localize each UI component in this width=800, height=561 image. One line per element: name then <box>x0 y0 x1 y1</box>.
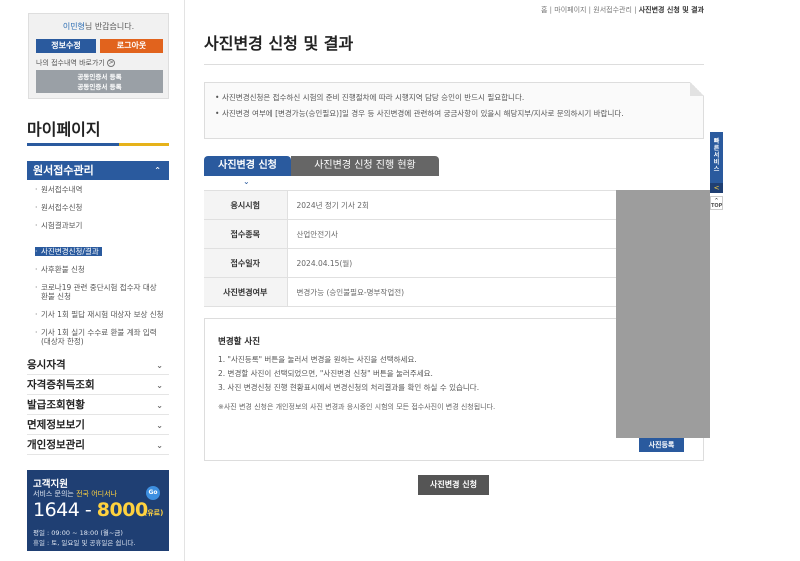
chevron-up-icon: ⌃ <box>154 166 161 175</box>
chevron-down-icon: ⌄ <box>243 177 250 186</box>
menu-issuance-status[interactable]: 발급조회현황 ⌄ <box>27 396 169 415</box>
change-note: ※사진 변경 신청은 개인정보의 사진 변경과 응시중인 시험의 모든 접수사진… <box>218 403 496 411</box>
menu-label: 응시자격 <box>27 359 66 371</box>
table-row: 접수일자 2024.04.15(월) <box>204 248 616 278</box>
notice-item: 사진변경신청은 접수하신 시험의 준비 진행절차에 따라 시행지역 담당 승인이… <box>215 92 693 103</box>
submenu-item[interactable]: 코로나19 관련 중단시험 접수자 대상 환불 신청 <box>35 283 165 301</box>
breadcrumb-current: 사진변경 신청 및 결과 <box>638 6 704 14</box>
submenu-list: 원서접수내역 원서접수신청 시험결과보기 사진변경신청/결과 사후환불 신청 코… <box>35 185 165 346</box>
menu-personal-info[interactable]: 개인정보관리 ⌄ <box>27 436 169 455</box>
support-paid-label: (유료) <box>144 509 164 517</box>
menu-label: 면제정보보기 <box>27 419 85 431</box>
support-hours: 평일 : 09:00 ~ 18:00 (월~금) 휴일 : 토, 일요일 및 공… <box>33 528 135 548</box>
user-name: 이민형 <box>62 22 85 31</box>
notice-box: 사진변경신청은 접수하신 시험의 준비 진행절차에 따라 시행지역 담당 승인이… <box>204 82 704 139</box>
top-label: TOP <box>711 203 723 209</box>
submenu-item[interactable]: 기사 1회 실기 수수료 환불 계좌 입력(대상자 한정) <box>35 328 165 346</box>
left-sidebar: 이민형님 반갑습니다. 정보수정 로그아웃 나의 접수내역 바로가기 > 공동인… <box>0 0 185 561</box>
breadcrumb-mypage[interactable]: 마이페이지 <box>554 6 586 14</box>
chevron-down-icon: ⌄ <box>156 361 163 370</box>
step-item: 3. 사진 변경신청 진행 현황표시에서 변경신청의 처리결과를 확인 하실 수… <box>218 383 480 392</box>
breadcrumb-sep: | <box>631 6 639 14</box>
cert-line-2: 공동인증서 등록 <box>77 83 122 91</box>
chevron-down-icon: ⌄ <box>156 381 163 390</box>
support-desc-highlight: 전국 어디서나 <box>76 490 117 498</box>
tab-photo-change-request[interactable]: 사진변경 신청 <box>204 156 291 176</box>
shortcut-label: 나의 접수내역 바로가기 <box>36 59 105 67</box>
row-value: 2024년 정기 기사 2회 <box>287 190 616 220</box>
menu-qualification[interactable]: 응시자격 ⌄ <box>27 356 169 375</box>
support-title: 고객지원 <box>33 479 68 490</box>
quick-service-label: 빠른서비스 <box>713 138 720 173</box>
support-description: 서비스 문의는 전국 어디서나 <box>33 489 117 499</box>
row-label: 접수종목 <box>204 219 288 249</box>
submenu-item-photo-change[interactable]: 사진변경신청/결과 <box>35 247 102 256</box>
chevron-down-icon: ⌄ <box>156 421 163 430</box>
my-applications-shortcut[interactable]: 나의 접수내역 바로가기 > <box>36 58 116 68</box>
change-photo-title: 변경할 사진 <box>218 337 261 347</box>
tab-photo-change-status[interactable]: 사진변경 신청 진행 현황 <box>291 156 439 176</box>
breadcrumb-application[interactable]: 원서접수관리 <box>593 6 632 14</box>
user-greeting: 이민형님 반갑습니다. <box>29 21 168 32</box>
table-row: 접수종목 산업안전기사 <box>204 219 616 249</box>
edit-info-button[interactable]: 정보수정 <box>36 39 96 53</box>
submenu-item[interactable]: 시험결과보기 <box>35 221 165 230</box>
photo-register-button[interactable]: 사진등록 <box>639 438 684 452</box>
chevron-down-icon: ⌄ <box>156 441 163 450</box>
step-item: 1. "사진등록" 버튼을 눌러서 변경을 원하는 사진을 선택하세요. <box>218 355 417 364</box>
mypage-title-underline <box>27 143 169 146</box>
row-label: 접수일자 <box>204 248 288 278</box>
breadcrumb: 홈 | 마이페이지 | 원서접수관리 | 사진변경 신청 및 결과 <box>541 5 704 15</box>
page-title: 사진변경 신청 및 결과 <box>204 34 354 53</box>
row-value: 변경가능 (승인불필요-명부작업전) <box>287 277 616 307</box>
mypage-title: 마이페이지 <box>27 120 101 139</box>
greeting-suffix: 님 반갑습니다. <box>84 22 135 31</box>
chevron-down-icon: ⌄ <box>156 401 163 410</box>
hours-holiday: 휴일 : 토, 일요일 및 공휴일은 쉽니다. <box>33 539 136 547</box>
logout-button[interactable]: 로그아웃 <box>100 39 163 53</box>
phone-part-2: 8000 <box>96 499 148 521</box>
row-label: 사진변경여부 <box>204 277 288 307</box>
menu-label: 발급조회현황 <box>27 399 85 411</box>
submenu-item[interactable]: 사후환불 신청 <box>35 265 165 274</box>
photo-placeholder <box>616 190 710 438</box>
certificate-register-button[interactable]: 공동인증서 등록 공동인증서 등록 <box>36 70 163 93</box>
phone-part-1: 1644 <box>33 499 80 521</box>
phone-dash: - <box>79 499 97 521</box>
row-value: 산업안전기사 <box>287 219 616 249</box>
table-row: 사진변경여부 변경가능 (승인불필요-명부작업전) <box>204 277 616 307</box>
menu-exemption-info[interactable]: 면제정보보기 ⌄ <box>27 416 169 435</box>
row-value: 2024.04.15(월) <box>287 248 616 278</box>
support-go-button[interactable]: Go <box>146 486 160 500</box>
photo-change-apply-button[interactable]: 사진변경 신청 <box>418 475 489 495</box>
submenu-item[interactable]: 원서접수내역 <box>35 185 165 194</box>
chevron-right-icon: > <box>107 59 116 67</box>
menu-label: 자격증취득조회 <box>27 379 95 391</box>
title-divider <box>204 64 704 65</box>
support-desc-prefix: 서비스 문의는 <box>33 490 77 498</box>
submenu-item[interactable]: 기사 1회 필답 재시험 대상자 보상 신청 <box>35 310 165 319</box>
menu-label: 개인정보관리 <box>27 439 85 451</box>
row-label: 응시시험 <box>204 190 288 220</box>
user-box: 이민형님 반갑습니다. 정보수정 로그아웃 나의 접수내역 바로가기 > 공동인… <box>28 13 169 99</box>
cert-line-1: 공동인증서 등록 <box>77 73 122 81</box>
menu-application-management[interactable]: 원서접수관리 ⌃ <box>27 161 169 180</box>
step-item: 2. 변경할 사진이 선택되었으면, "사진변경 신청" 버튼을 눌러주세요. <box>218 369 433 378</box>
application-info-table: 응시시험 2024년 정기 기사 2회 접수종목 산업안전기사 접수일자 202… <box>204 190 616 307</box>
change-steps: 1. "사진등록" 버튼을 눌러서 변경을 원하는 사진을 선택하세요. 2. … <box>218 353 479 395</box>
scroll-top-button[interactable]: ^ TOP <box>710 196 723 210</box>
notice-item: 사진변경 여부에 [변경가능(승인필요)]일 경우 등 사진변경에 관련하여 궁… <box>215 108 693 119</box>
menu-license-lookup[interactable]: 자격증취득조회 ⌄ <box>27 376 169 395</box>
table-row: 응시시험 2024년 정기 기사 2회 <box>204 190 616 220</box>
submenu-item[interactable]: 원서접수신청 <box>35 203 165 212</box>
menu-label: 원서접수관리 <box>33 164 94 177</box>
hours-weekday: 평일 : 09:00 ~ 18:00 (월~금) <box>33 529 123 537</box>
support-phone: 1644 - 8000 <box>33 499 148 521</box>
chevron-left-icon[interactable]: < <box>710 183 723 193</box>
customer-support-box: 고객지원 서비스 문의는 전국 어디서나 Go 1644 - 8000 (유료)… <box>27 470 169 551</box>
